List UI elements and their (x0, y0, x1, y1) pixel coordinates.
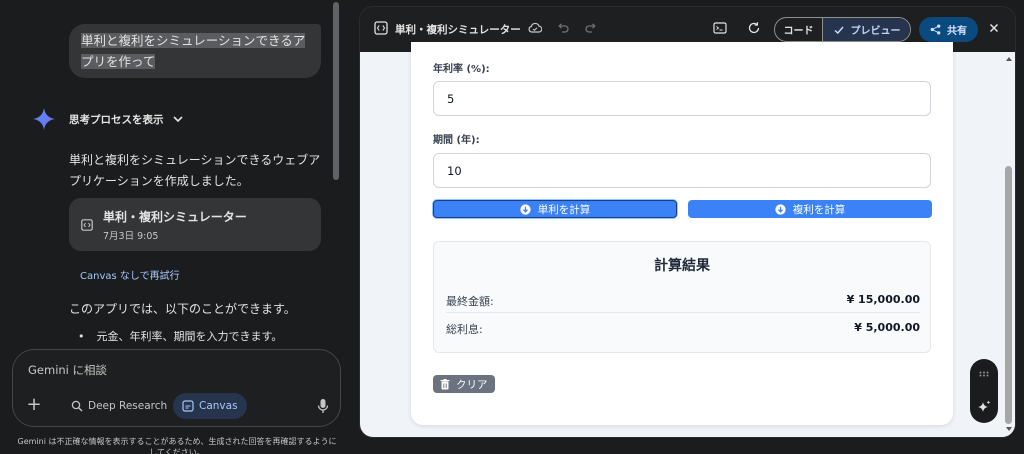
scrollbar-thumb[interactable] (1005, 166, 1012, 424)
drag-handle-icon[interactable] (979, 371, 989, 377)
feature-bullet: 元金、年利率、期間を入力できます。 (78, 328, 283, 344)
canvas-icon (182, 400, 194, 412)
tab-preview[interactable]: プレビュー (822, 18, 910, 41)
redo-icon[interactable] (584, 21, 598, 35)
trash-icon (440, 378, 450, 389)
tab-preview-label: プレビュー (850, 26, 901, 37)
close-icon[interactable] (987, 21, 1001, 35)
console-icon[interactable] (713, 21, 727, 35)
clear-button[interactable]: クリア (433, 375, 495, 393)
calculate-compound-label: 複利を計算 (792, 203, 846, 216)
cloud-saved-icon[interactable] (528, 21, 542, 35)
research-search-icon (71, 400, 83, 412)
gemini-spark-icon (33, 108, 55, 130)
prompt-input[interactable] (28, 363, 308, 377)
app-card-date: 7月3日 9:05 (103, 230, 159, 242)
prompt-composer: + Deep Research Canvas (12, 349, 341, 427)
deep-research-label: Deep Research (88, 400, 168, 412)
calculate-simple-button[interactable]: 単利を計算 (433, 200, 677, 218)
total-interest-value: ¥ 5,000.00 (854, 321, 920, 334)
assistant-reply: 単利と複利をシミュレーションできるウェブアプリケーションを作成しました。 (69, 153, 321, 188)
period-label: 期間 (年): (433, 135, 480, 146)
scroll-up-arrow-icon[interactable] (1006, 57, 1012, 61)
calculate-simple-label: 単利を計算 (537, 203, 591, 216)
preview-viewport: 年利率 (%): 期間 (年): 単利を計算 複利を計算 計算結果 (360, 42, 1015, 437)
share-button[interactable]: 共有 (919, 17, 978, 42)
period-input[interactable] (433, 153, 931, 188)
deep-research-button[interactable]: Deep Research (65, 393, 173, 419)
canvas-app-card[interactable]: 単利・複利シミュレーター 7月3日 9:05 (69, 198, 321, 251)
disclaimer-text: Gemini は不正確な情報を表示することがあるため、生成された回答を再確認する… (17, 437, 337, 454)
chat-pane: 単利と複利をシミュレーションできるアプリを作って 思考プロセスを表示 単利と複利… (0, 0, 345, 454)
rate-input[interactable] (433, 81, 931, 116)
chat-scrollbar[interactable] (333, 2, 339, 180)
canvas-panel: 単利・複利シミュレーター コード プレビュー 共有 年利率 (%): 5 期間 … (359, 6, 1016, 438)
show-thinking-label: 思考プロセスを表示 (69, 113, 164, 126)
share-icon (930, 24, 941, 35)
undo-icon[interactable] (556, 21, 570, 35)
final-amount-label: 最終金額: (446, 295, 494, 308)
microphone-icon[interactable] (316, 398, 330, 414)
canvas-tool-label: Canvas (199, 400, 238, 412)
preview-scrollbar[interactable] (1003, 52, 1015, 437)
ai-sparkle-icon[interactable] (977, 400, 991, 414)
retry-without-canvas-link[interactable]: Canvas なしで再試行 (80, 267, 180, 282)
simulator-app: 年利率 (%): 期間 (年): 単利を計算 複利を計算 計算結果 (411, 42, 953, 425)
floating-edit-toolbar (970, 359, 998, 423)
clear-label: クリア (456, 378, 488, 391)
final-amount-value: ¥ 15,000.00 (846, 293, 920, 306)
arrow-down-circle-icon (775, 203, 786, 215)
result-title: 計算結果 (654, 258, 710, 274)
refresh-icon[interactable] (747, 21, 761, 35)
rate-label: 年利率 (%): (433, 64, 490, 75)
checkmark-icon (834, 26, 844, 34)
arrow-down-circle-icon (520, 203, 531, 215)
calculate-compound-button[interactable]: 複利を計算 (688, 200, 932, 218)
user-message-text: 単利と複利をシミュレーションできるアプリを作って (81, 33, 306, 69)
tab-code[interactable]: コード (775, 18, 822, 41)
total-interest-row: 総利息: ¥ 5,000.00 (446, 321, 920, 337)
code-box-icon (81, 218, 93, 231)
result-divider (446, 312, 920, 313)
show-thinking-toggle[interactable]: 思考プロセスを表示 (69, 110, 184, 128)
feature-intro-text: このアプリでは、以下のことができます。 (69, 302, 296, 316)
chevron-down-icon (172, 116, 183, 123)
total-interest-label: 総利息: (446, 323, 483, 336)
result-panel: 計算結果 最終金額: ¥ 15,000.00 総利息: ¥ 5,000.00 (433, 241, 931, 353)
scroll-down-arrow-icon[interactable] (1006, 427, 1012, 431)
user-message: 単利と複利をシミュレーションできるアプリを作って (69, 24, 321, 78)
canvas-tool-button[interactable]: Canvas (173, 393, 247, 419)
add-attachment-button[interactable]: + (25, 396, 43, 415)
code-box-icon (374, 21, 388, 35)
canvas-title: 単利・複利シミュレーター (395, 24, 521, 36)
share-label: 共有 (947, 26, 967, 37)
code-preview-toggle: コード プレビュー (774, 17, 911, 42)
final-amount-row: 最終金額: ¥ 15,000.00 (446, 293, 920, 309)
app-card-title: 単利・複利シミュレーター (103, 209, 247, 224)
